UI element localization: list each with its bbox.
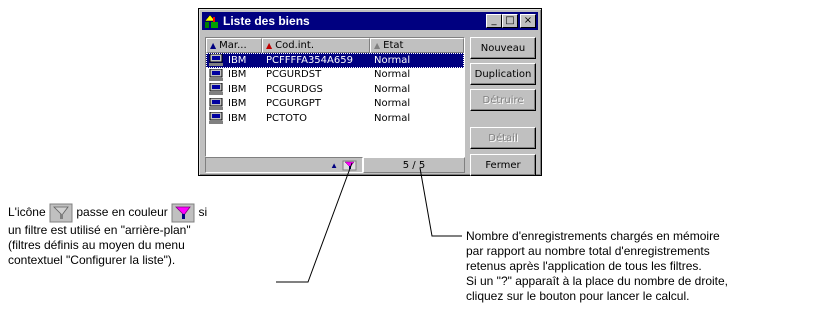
count-note-line5: cliquez sur le bouton pour lancer le cal…: [466, 289, 690, 303]
callout-line-count: [419, 167, 462, 237]
filter-color-icon: [171, 203, 195, 223]
count-note-line2: par rapport au nombre total d'enregistre…: [466, 244, 710, 258]
count-note-line4: Si un "?" apparaît à la place du nombre …: [466, 274, 729, 288]
filter-note-line3: (filtres définis au moyen du menu: [8, 238, 185, 252]
filter-grey-icon: [49, 203, 73, 223]
count-note-line1: Nombre d'enregistrements chargés en mémo…: [466, 229, 720, 243]
count-note: Nombre d'enregistrements chargés en mémo…: [466, 229, 834, 304]
filter-note: L'icône passe en couleur si un filtre es…: [8, 203, 298, 268]
filter-note-line4: contextuel "Configurer la liste").: [8, 253, 176, 267]
filter-note-line1: L'icône passe en couleur si: [8, 203, 298, 223]
count-note-line3: retenus après l'application de tous les …: [466, 259, 702, 273]
filter-note-line2: un filtre est utilisé en "arrière-plan": [8, 223, 191, 237]
